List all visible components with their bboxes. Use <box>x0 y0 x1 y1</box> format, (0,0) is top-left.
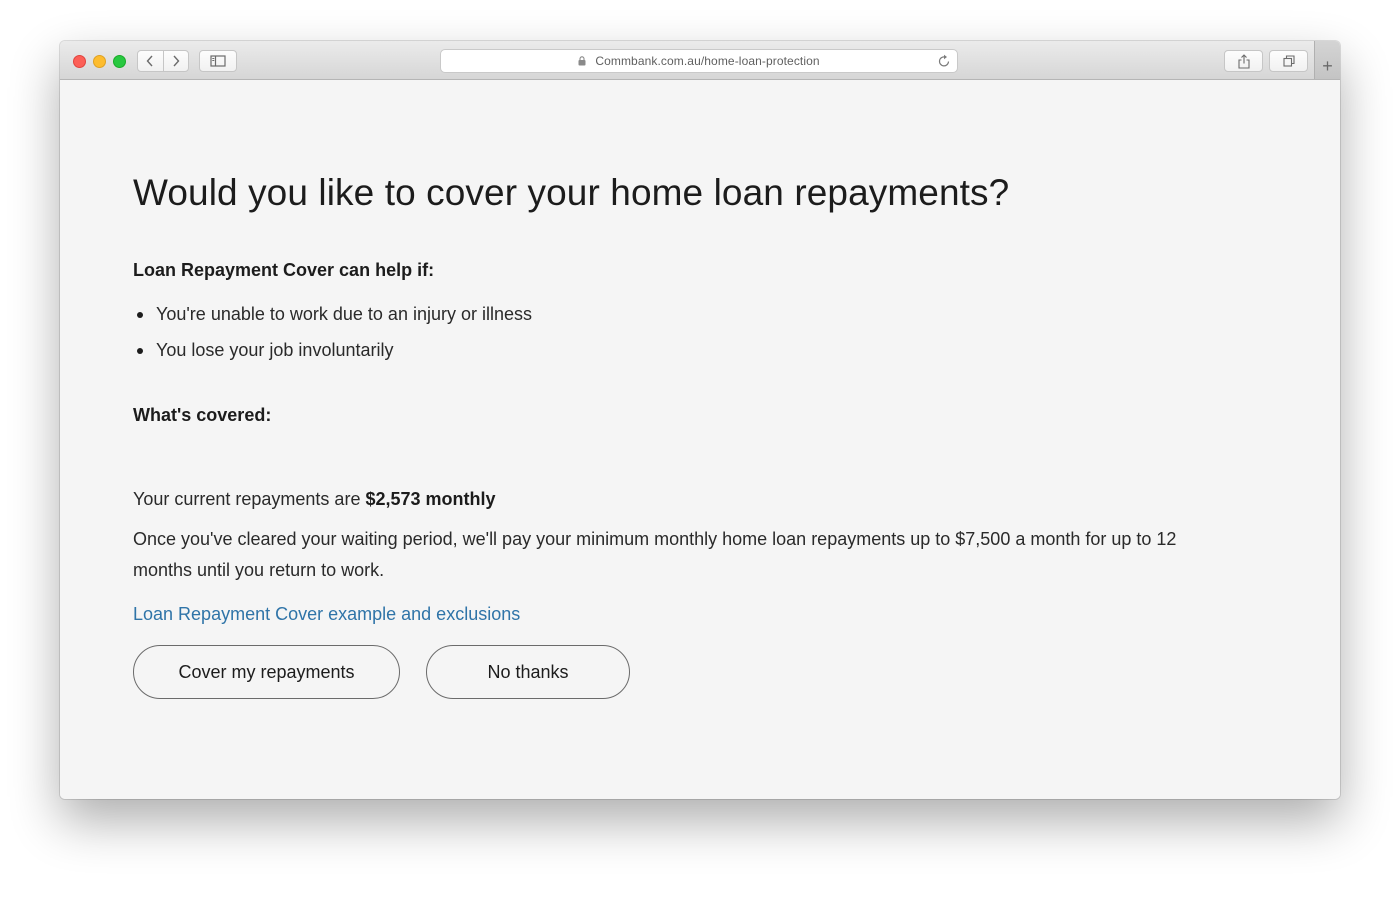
list-item: You're unable to work due to an injury o… <box>133 303 532 339</box>
back-button[interactable] <box>138 51 164 71</box>
close-window-button[interactable] <box>73 55 86 68</box>
current-repayments: Your current repayments are $2,573 month… <box>133 484 496 515</box>
list-item-text: You lose your job involuntarily <box>156 340 394 360</box>
forward-button[interactable] <box>164 51 189 71</box>
cover-detail-text: Once you've cleared your waiting period,… <box>133 529 1177 580</box>
share-button[interactable] <box>1224 50 1263 72</box>
lock-icon <box>578 56 586 66</box>
browser-window: Commbank.com.au/home-loan-protection + W… <box>60 41 1340 799</box>
show-tabs-button[interactable] <box>1269 50 1308 72</box>
address-bar-url: Commbank.com.au/home-loan-protection <box>441 50 957 72</box>
zoom-window-button[interactable] <box>113 55 126 68</box>
plus-icon: + <box>1322 56 1333 76</box>
page-title: Would you like to cover your home loan r… <box>133 172 1010 213</box>
cover-repayments-button[interactable]: Cover my repayments <box>133 645 400 699</box>
reload-icon[interactable] <box>938 54 951 68</box>
help-heading: Loan Repayment Cover can help if: <box>133 260 435 280</box>
repayments-amount: $2,573 monthly <box>365 489 496 509</box>
minimize-window-button[interactable] <box>93 55 106 68</box>
sidebar-icon <box>210 55 226 67</box>
chevron-left-icon <box>146 55 153 67</box>
example-exclusions-link[interactable]: Loan Repayment Cover example and exclusi… <box>133 604 520 625</box>
navigation-buttons <box>137 50 189 72</box>
help-list: You're unable to work due to an injury o… <box>133 303 532 375</box>
list-item-text: You're unable to work due to an injury o… <box>156 304 532 324</box>
no-thanks-button[interactable]: No thanks <box>426 645 630 699</box>
chevron-right-icon <box>173 55 180 67</box>
url-text: Commbank.com.au/home-loan-protection <box>595 54 820 68</box>
share-icon <box>1237 53 1250 69</box>
new-tab-button[interactable]: + <box>1314 41 1340 79</box>
bullet-icon <box>137 348 143 354</box>
address-bar[interactable]: Commbank.com.au/home-loan-protection <box>440 49 958 73</box>
repayments-prefix: Your current repayments are <box>133 489 366 509</box>
covered-heading: What's covered: <box>133 405 272 425</box>
list-item: You lose your job involuntarily <box>133 339 532 375</box>
bullet-icon <box>137 312 143 318</box>
sidebar-button[interactable] <box>199 50 237 72</box>
page-content: Would you like to cover your home loan r… <box>60 80 1340 799</box>
tabs-icon <box>1282 55 1295 67</box>
browser-toolbar: Commbank.com.au/home-loan-protection + <box>60 41 1340 80</box>
